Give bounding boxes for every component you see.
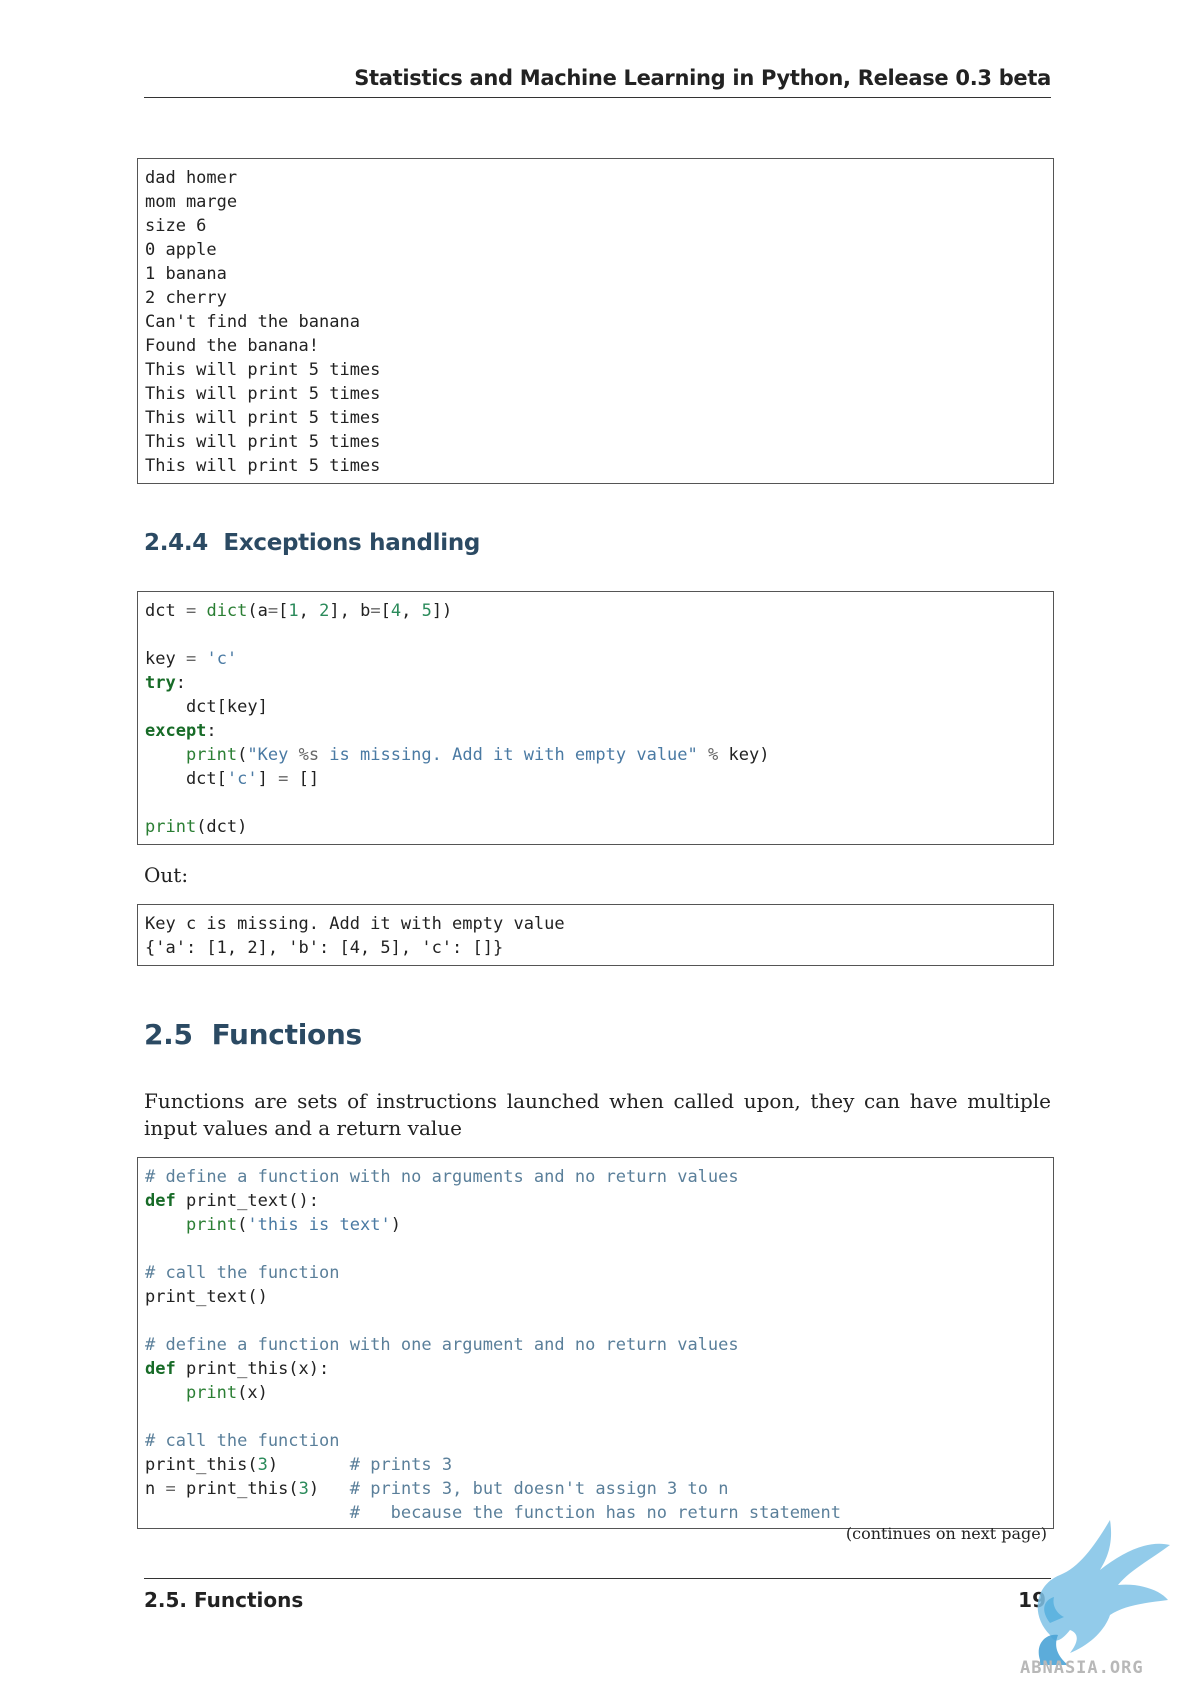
output-line: {'a': [1, 2], 'b': [4, 5], 'c': []}: [145, 938, 504, 958]
section-title: Functions: [211, 1018, 363, 1051]
code-block-exceptions: dct = dict(a=[1, 2], b=[4, 5]) key = 'c'…: [137, 591, 1054, 845]
code-line: dct[key]: [145, 697, 268, 717]
output-block-1: dad homer mom marge size 6 0 apple 1 ban…: [137, 158, 1054, 484]
code-line: key = 'c': [145, 649, 238, 669]
footer-section-name: 2.5. Functions: [144, 1588, 304, 1612]
code-block-functions: # define a function with no arguments an…: [137, 1157, 1054, 1529]
code-line: def print_text():: [145, 1191, 320, 1211]
code-line: dct = dict(a=[1, 2], b=[4, 5]): [145, 601, 453, 621]
out-label: Out:: [144, 863, 189, 887]
footer-rule: [144, 1578, 1051, 1579]
code-line: n = print_this(3) # prints 3, but doesn'…: [145, 1479, 729, 1499]
code-line: try:: [145, 673, 186, 693]
output-block-2: Key c is missing. Add it with empty valu…: [137, 904, 1054, 966]
code-line: print(x): [185, 1383, 268, 1403]
code-line: except:: [145, 721, 217, 741]
output-line: This will print 5 times: [145, 360, 381, 380]
code-line: # define a function with one argument an…: [145, 1335, 739, 1355]
section-heading-exceptions: 2.4.4 Exceptions handling: [144, 530, 480, 556]
code-line: print('this is text'): [185, 1215, 401, 1235]
code-line: # define a function with no arguments an…: [145, 1167, 739, 1187]
output-2-text: Key c is missing. Add it with empty valu…: [145, 912, 1046, 960]
output-1-text: dad homer mom marge size 6 0 apple 1 ban…: [145, 166, 1046, 478]
section-title: Exceptions handling: [223, 530, 481, 556]
code-line: # call the function: [145, 1431, 340, 1451]
code-functions: # define a function with no arguments an…: [145, 1165, 1046, 1525]
output-line: dad homer: [145, 168, 238, 188]
code-line: def print_this(x):: [145, 1359, 330, 1379]
section-number: 2.5: [144, 1018, 193, 1051]
output-line: 1 banana: [145, 264, 227, 284]
functions-paragraph: Functions are sets of instructions launc…: [144, 1089, 1051, 1140]
output-line: Found the banana!: [145, 336, 319, 356]
griffin-logo-icon: [1037, 1520, 1170, 1665]
output-line: This will print 5 times: [145, 456, 381, 476]
section-number: 2.4.4: [144, 530, 208, 556]
code-line: print("Key %s is missing. Add it with em…: [185, 745, 770, 765]
code-exceptions: dct = dict(a=[1, 2], b=[4, 5]) key = 'c'…: [145, 599, 1046, 839]
code-line: # because the function has no return sta…: [349, 1503, 841, 1523]
watermark-text: ABNASIA.ORG: [1020, 1658, 1144, 1678]
code-line: print(dct): [145, 817, 248, 837]
output-line: This will print 5 times: [145, 408, 381, 428]
output-line: mom marge: [145, 192, 238, 212]
code-line: dct['c'] = []: [145, 769, 320, 789]
code-line: print_text(): [145, 1287, 268, 1307]
output-line: 0 apple: [145, 240, 217, 260]
output-line: size 6: [145, 216, 207, 236]
section-heading-functions: 2.5 Functions: [144, 1018, 362, 1051]
code-line: # call the function: [145, 1263, 340, 1283]
header-rule: [144, 97, 1051, 98]
output-line: 2 cherry: [145, 288, 227, 308]
output-line: Can't find the banana: [145, 312, 360, 332]
output-line: Key c is missing. Add it with empty valu…: [145, 914, 565, 934]
code-line: print_this(3) # prints 3: [145, 1455, 453, 1475]
running-header: Statistics and Machine Learning in Pytho…: [354, 66, 1051, 90]
output-line: This will print 5 times: [145, 384, 381, 404]
output-line: This will print 5 times: [145, 432, 381, 452]
